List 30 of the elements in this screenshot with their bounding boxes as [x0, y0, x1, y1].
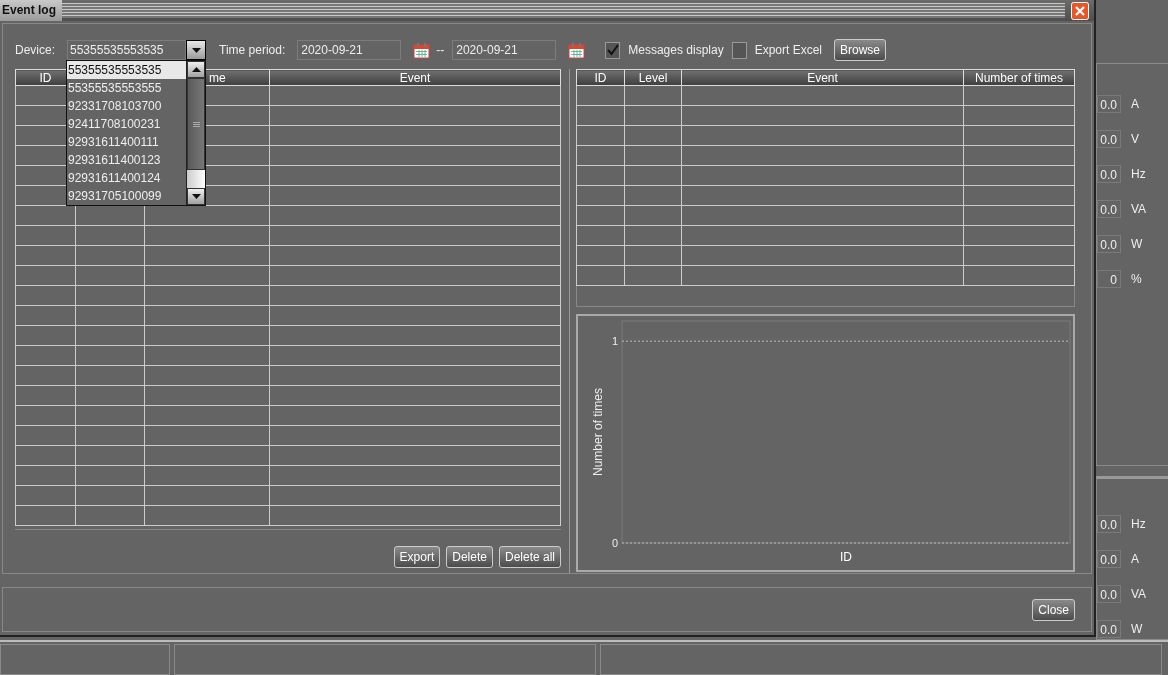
window-title: Event log: [0, 0, 62, 21]
value-field: 0.0: [1097, 130, 1121, 148]
value-field: 0.0: [1097, 585, 1121, 603]
unit-label: %: [1131, 272, 1142, 286]
device-label: Device:: [15, 43, 55, 57]
tick-label: 1: [611, 335, 618, 348]
unit-label: Hz: [1131, 517, 1146, 531]
time-period-label: Time period:: [219, 43, 286, 57]
value-field: 0.0: [1097, 200, 1121, 218]
checkbox-label: Export Excel: [754, 43, 822, 57]
unit-label: V: [1131, 132, 1139, 146]
unit-label: W: [1131, 237, 1143, 251]
value-field: 0.0: [1097, 95, 1121, 113]
unit-label: Hz: [1131, 167, 1146, 181]
value-field: 0.0: [1097, 550, 1121, 568]
value-field: 0.0: [1097, 515, 1121, 533]
value-field: 0: [1097, 270, 1121, 288]
value-field: 0.0: [1097, 235, 1121, 253]
unit-label: VA: [1131, 202, 1147, 216]
unit-label: W: [1131, 622, 1143, 636]
value-field: 0.0: [1097, 620, 1121, 638]
unit-label: A: [1131, 97, 1139, 111]
checkbox-label: Messages display: [628, 43, 724, 57]
axis-title: ID: [840, 550, 852, 564]
axis-title: Number of times: [591, 388, 605, 476]
unit-label: A: [1131, 552, 1139, 566]
date-separator: --: [436, 43, 445, 57]
unit-label: VA: [1131, 587, 1147, 601]
value-field: 0.0: [1097, 165, 1121, 183]
tick-label: 0: [611, 537, 618, 549]
